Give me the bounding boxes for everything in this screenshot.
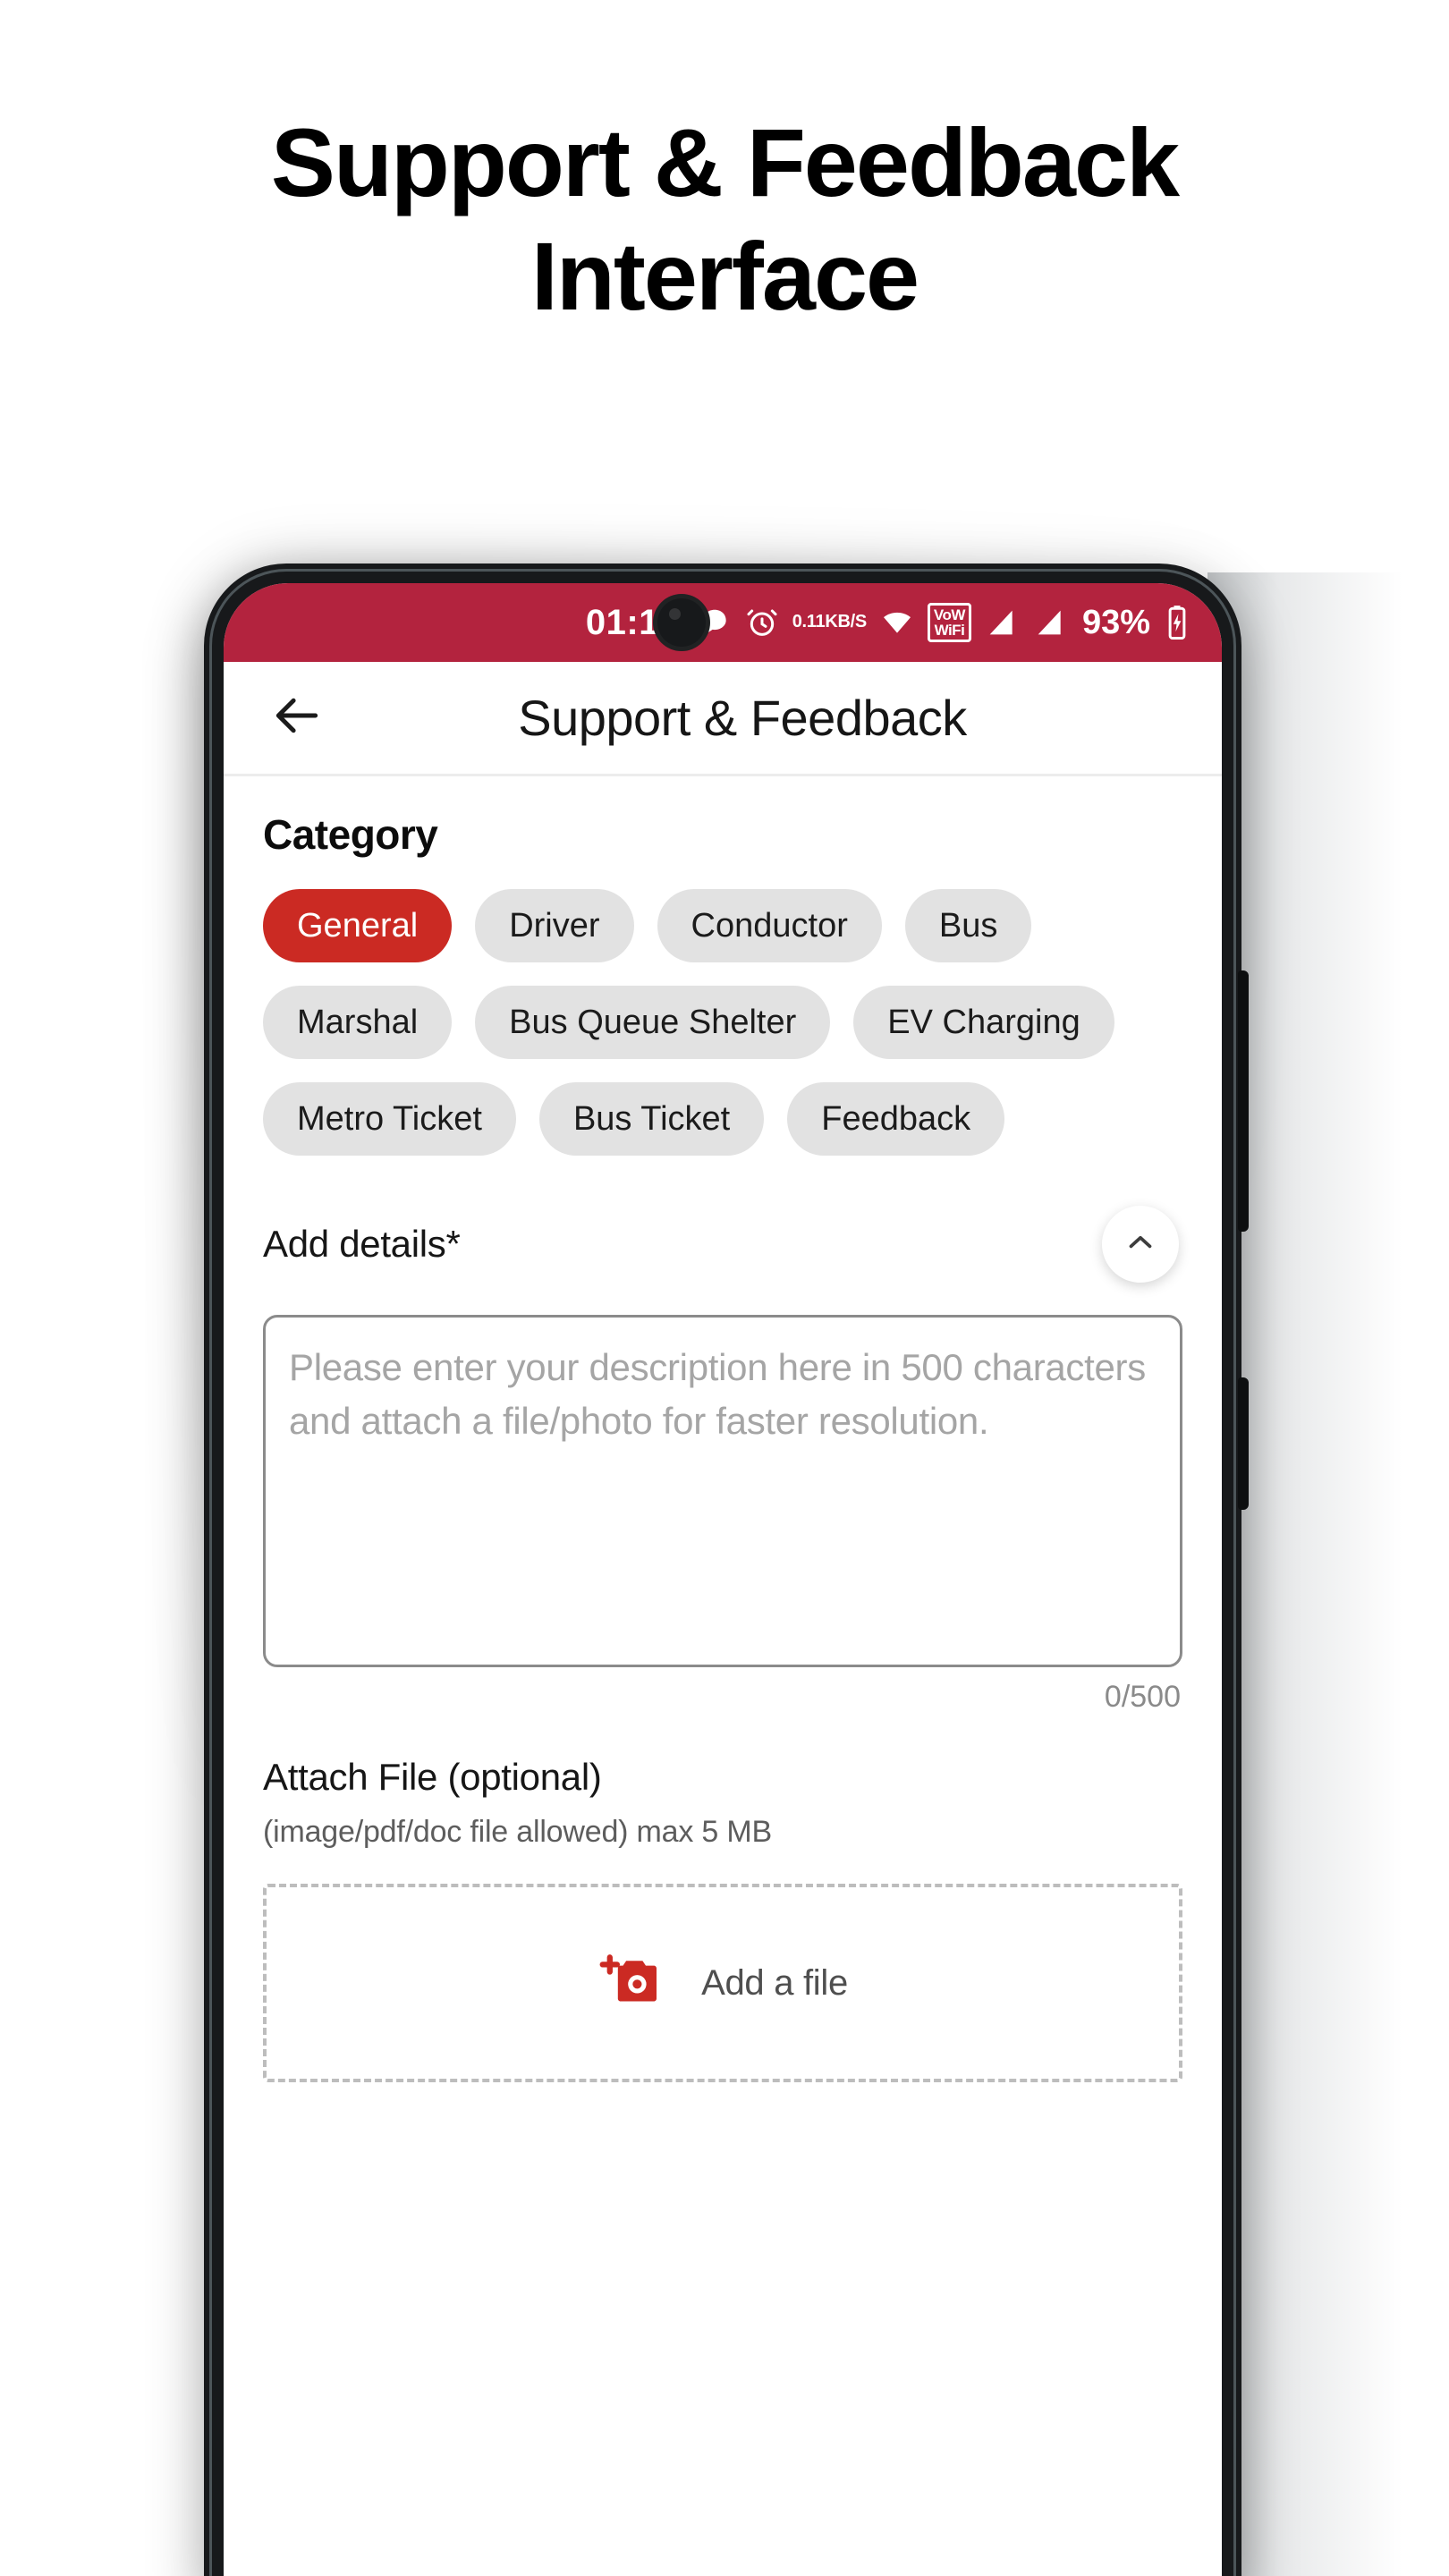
- category-chip-feedback[interactable]: Feedback: [787, 1082, 1005, 1156]
- phone-mockup-stage: 01:10 0.11 KB/S VoW WiFi 93% Support & F…: [0, 0, 1449, 2576]
- vowifi-icon: VoW WiFi: [927, 599, 971, 646]
- category-chip-group: General Driver Conductor Bus Marshal Bus…: [263, 889, 1182, 1156]
- category-chip-bus-ticket[interactable]: Bus Ticket: [538, 1082, 765, 1156]
- arrow-left-icon: [269, 688, 325, 748]
- battery-charging-icon: [1163, 599, 1191, 646]
- chip-label: Conductor: [691, 907, 848, 945]
- status-bar: 01:10 0.11 KB/S VoW WiFi 93%: [224, 583, 1222, 662]
- add-photo-camera-icon: [597, 1949, 662, 2018]
- app-bar: Support & Feedback: [224, 662, 1222, 776]
- description-textarea[interactable]: Please enter your description here in 50…: [263, 1315, 1182, 1667]
- description-placeholder: Please enter your description here in 50…: [289, 1346, 1146, 1442]
- category-chip-general[interactable]: General: [263, 889, 453, 962]
- category-chip-conductor[interactable]: Conductor: [657, 889, 882, 962]
- chip-label: Bus Ticket: [572, 1100, 731, 1138]
- category-chip-metro-ticket[interactable]: Metro Ticket: [263, 1082, 516, 1156]
- character-counter: 0/500: [1104, 1680, 1181, 1714]
- data-speed-unit: KB/S: [825, 612, 867, 632]
- category-section-title: Category: [263, 811, 438, 858]
- category-chip-bus[interactable]: Bus: [904, 889, 1032, 962]
- add-details-label: Add details*: [263, 1223, 461, 1265]
- front-camera-punch-hole: [653, 594, 710, 651]
- chip-label: General: [297, 907, 419, 945]
- chip-label: Marshal: [297, 1004, 419, 1041]
- category-chip-bus-queue-shelter[interactable]: Bus Queue Shelter: [475, 986, 831, 1059]
- data-speed-value: 0.11: [792, 612, 826, 632]
- collapse-details-button[interactable]: [1102, 1206, 1179, 1283]
- signal-bars-icon-2: [1032, 599, 1068, 646]
- attach-file-title: Attach File (optional): [263, 1756, 602, 1798]
- add-file-dropzone[interactable]: Add a file: [263, 1884, 1182, 2082]
- chip-label: EV Charging: [887, 1004, 1080, 1041]
- vowifi-line-2: WiFi: [934, 622, 965, 639]
- wifi-icon: [879, 599, 915, 646]
- chip-label: Bus: [938, 907, 998, 945]
- volume-button[interactable]: [1238, 970, 1249, 1232]
- power-button[interactable]: [1238, 1377, 1249, 1510]
- screen-content: Category General Driver Conductor Bus Ma…: [224, 776, 1222, 2082]
- chip-label: Metro Ticket: [297, 1100, 482, 1138]
- signal-bars-icon-1: [984, 599, 1020, 646]
- chip-label: Driver: [509, 907, 600, 945]
- chevron-up-icon: [1122, 1224, 1159, 1266]
- attach-file-hint: (image/pdf/doc file allowed) max 5 MB: [263, 1815, 772, 1849]
- vowifi-line-1: VoW: [933, 606, 966, 623]
- chip-label: Feedback: [821, 1100, 971, 1138]
- phone-frame: 01:10 0.11 KB/S VoW WiFi 93% Support & F…: [204, 564, 1249, 2576]
- battery-percentage: 93%: [1081, 603, 1150, 641]
- app-bar-title: Support & Feedback: [518, 690, 967, 746]
- category-chip-driver[interactable]: Driver: [475, 889, 634, 962]
- category-chip-ev-charging[interactable]: EV Charging: [853, 986, 1114, 1059]
- phone-screen: 01:10 0.11 KB/S VoW WiFi 93% Support & F…: [224, 583, 1222, 2576]
- data-speed-icon: 0.11 KB/S: [792, 599, 868, 646]
- chip-label: Bus Queue Shelter: [509, 1004, 797, 1041]
- category-chip-marshal[interactable]: Marshal: [263, 986, 453, 1059]
- add-details-header: Add details*: [263, 1206, 1182, 1283]
- add-file-label: Add a file: [701, 1962, 848, 2003]
- back-button[interactable]: [263, 684, 331, 752]
- alarm-clock-icon: [744, 599, 780, 646]
